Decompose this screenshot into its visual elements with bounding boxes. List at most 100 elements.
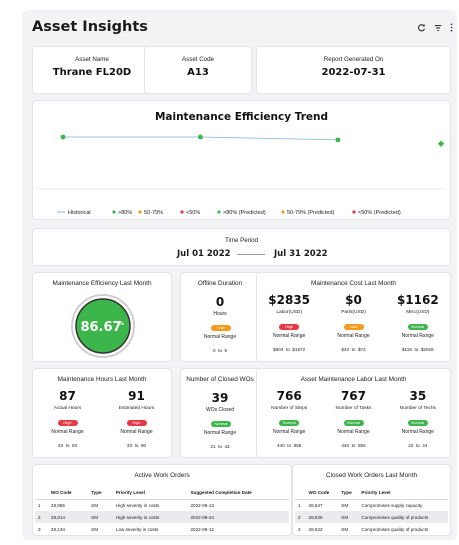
cost-metric-value: $1162 [396,293,439,307]
column-header: WO Code [47,487,89,500]
cost-range: $42 to $74 [321,347,385,352]
more-vertical-icon[interactable] [450,23,453,32]
labor-metric-value: 767 [340,389,367,403]
table-cell: 2022-09-12 [190,526,214,532]
table-row[interactable]: 2 28,525 SM Compromises quality of products [295,511,448,523]
labor-metric-label: Number of Techs [399,406,436,411]
cost-range: $604 to $1972 [257,347,321,352]
range-min: $604 [273,347,284,352]
table-cell: SM [91,526,99,532]
legend-item: 50-79% (Predicted) [281,210,335,216]
column-header [35,487,48,500]
closed-wos-title: Number of Closed WOs [186,376,254,383]
column-header: Suggested Completion Date [187,487,289,500]
table-cell: 2 [35,511,48,523]
cost-title: Maintenance Cost Last Month [311,280,396,287]
range-to: to [351,347,356,352]
offline-unit: Hours [213,311,227,317]
range-to: to [65,443,70,448]
range-max: 44 [422,443,428,448]
range-to: to [285,347,290,352]
hours-status-badge: High [126,420,147,426]
labor-range: 440 to 855 [321,443,385,448]
toolbar [417,23,453,32]
closed-wo-list-title: Closed Work Orders Last Month [325,472,418,479]
table-cell: 2022-09-13 [190,502,214,508]
historical-data-point[interactable] [198,134,203,140]
legend-label: >80% [118,210,132,216]
range-to: to [218,444,222,449]
time-period-label: Time Period [224,237,259,244]
legend-label: 50-79% [144,210,163,216]
hours-normal-range-label: Normal Range [120,429,153,435]
cost-metric-label: Labor(USD) [276,310,302,315]
trend-chart-card: Maintenance Efficiency Trend Historical >… [32,100,451,220]
table-row[interactable]: 3 28,134 SM Low severity in costs 2022-09-12 [35,523,289,535]
report-generated-card: Report Generated On 2022-07-31 [256,46,451,94]
asset-insights-page: Asset Insights Asset Name Thrane FL20D A… [22,10,457,540]
range-min: 22 [408,443,414,448]
legend-item: >80% [112,210,132,216]
range-max: 83 [71,443,78,448]
historical-data-point[interactable] [335,137,341,143]
historical-data-point[interactable] [60,134,66,140]
table-row[interactable]: 1 28,985 SM High severity in costs 2022-09-1… [35,499,289,511]
cost-metric-label: Misc(USD) [406,310,430,315]
range-to: to [415,443,420,448]
asset-name-value: Thrane FL20D [52,67,132,78]
range-max: 855 [357,443,366,448]
active-wos-title: Active Work Orders [134,472,190,479]
closed-wos-status-badge: Normal [211,421,231,427]
predicted-data-point[interactable] [437,140,445,147]
range-to: to [134,443,139,448]
table-cell: 28,525 [305,511,339,523]
range-min: 33 [57,443,64,448]
table-cell: SM [341,526,349,532]
maintenance-hours-card: Maintenance Hours Last Month 87 Actual Ho… [32,368,172,458]
column-header: Priority Level [112,487,188,500]
table-cell: 28,914 [47,511,89,523]
range-min: $42 [341,347,349,352]
table-cell: Compromises quality of products [361,526,429,532]
legend-diamond-marker [352,210,356,214]
column-header [295,487,306,500]
cost-metric-value: $2835 [268,293,311,307]
table-cell: Compromises supply capacity [361,502,423,508]
table-row[interactable]: 1 28,547 SM Compromises supply capacity [295,499,448,511]
table-cell: SM [88,511,113,523]
table-cell: 3 [38,526,41,532]
table-cell: 28,985 [50,502,65,508]
top-bar: Asset Insights [22,10,457,46]
trend-chart: Historical >80% 50-79% <50% >80% (Predicted)… [37,134,445,216]
table-row[interactable]: 3 28,522 SM Compromises quality of products [295,523,448,535]
filter-icon[interactable] [434,24,442,32]
closed-wos-value: 39 [211,391,229,405]
table-row[interactable]: 2 28,914 SM High severity in costs 2022-09-2… [35,511,289,523]
table-cell: 2022-09-24 [187,511,289,523]
legend-label: 50-79% (Predicted) [287,210,335,216]
refresh-icon[interactable] [417,23,426,32]
report-generated-value: 2022-07-31 [321,67,386,78]
range-to: to [351,443,356,448]
cost-status-badge: High [279,324,300,330]
range-min: $118 [402,347,412,352]
offline-normal-range-label: Normal Range [203,334,237,340]
active-work-orders-card: Active Work Orders WO Code Type Priority L… [32,464,292,536]
legend-item: Historical [57,210,91,216]
labor-normal-range-label: Normal Range [401,429,434,435]
asset-name-card: Asset Name Thrane FL20D [32,46,152,94]
labor-range: 440 to 855 [257,443,321,448]
legend-dot-marker [112,210,116,214]
labor-status-badge: Normal [343,420,364,426]
table-cell: Low severity in costs [115,526,159,532]
hours-metric-value: 91 [128,389,145,403]
hours-range: 33 to 90 [102,443,171,448]
asset-code-value: A13 [187,67,209,78]
table-cell: 28,134 [50,526,65,532]
closed-wos-normal-range-label: Normal Range [203,430,237,436]
table-cell: 28,522 [308,526,323,532]
offline-duration-card: Offline Duration 0 Hours Low Normal Rang… [180,272,260,362]
table-cell: 1 [298,502,301,508]
labor-metric-value: 766 [276,389,302,403]
offline-status-badge: Low [211,325,231,331]
